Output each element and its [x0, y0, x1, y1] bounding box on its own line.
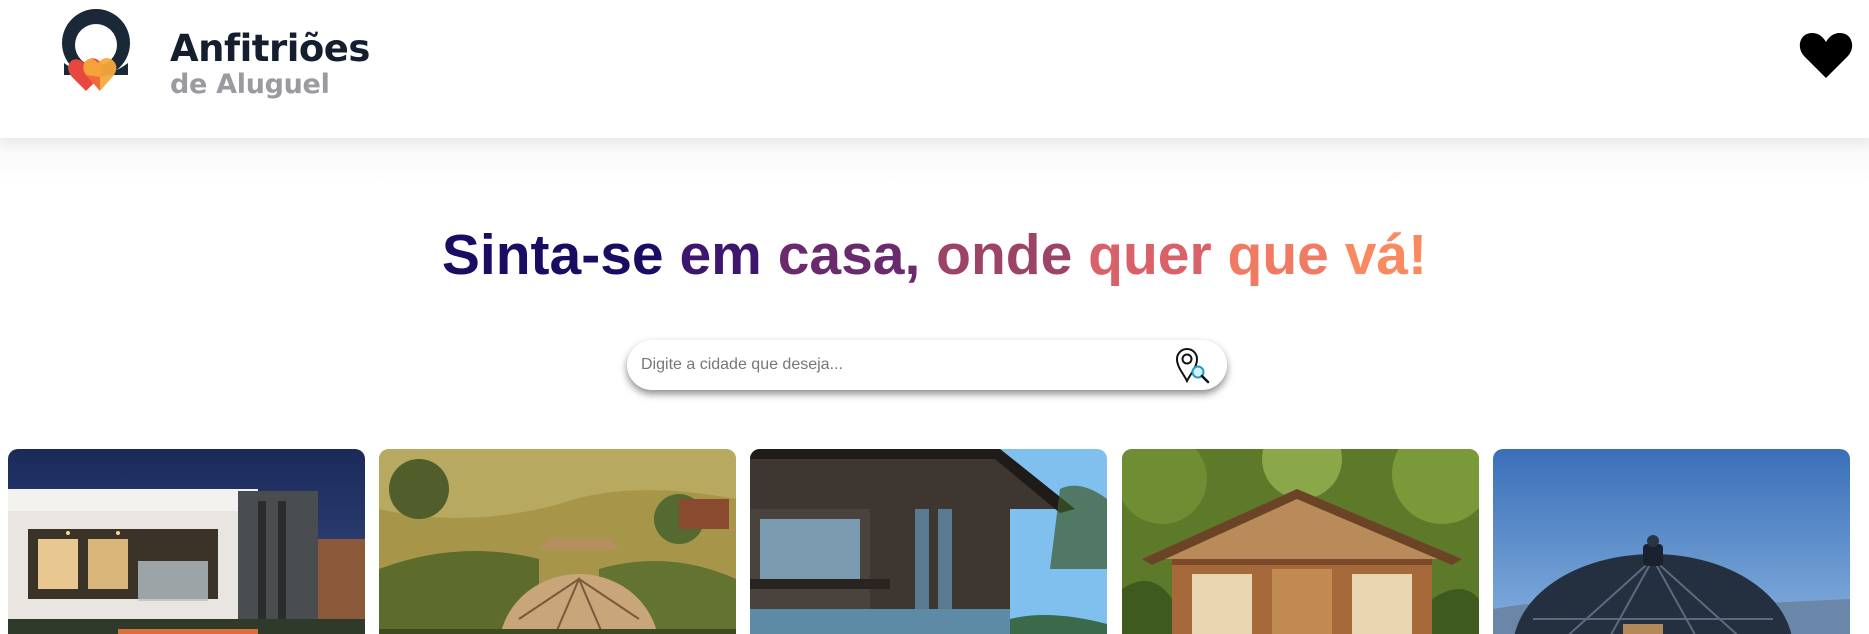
headline-word: onde — [936, 223, 1073, 287]
headline-word: casa, — [777, 223, 921, 287]
property-card[interactable] — [379, 449, 736, 634]
search-bar — [627, 340, 1227, 390]
city-search-input[interactable] — [641, 348, 1161, 382]
headline-word: vá! — [1344, 223, 1428, 287]
location-search-icon — [1175, 348, 1210, 384]
header: Anfitriões de Aluguel — [0, 0, 1869, 138]
headline-word: em — [679, 223, 762, 287]
headline-word: quer — [1088, 223, 1212, 287]
headline-word: Sinta-se — [441, 223, 664, 287]
brand-name-line2: de Aluguel — [170, 69, 330, 100]
tropical-wood-chalet-image — [1122, 449, 1479, 634]
favorites-button[interactable] — [1798, 30, 1854, 82]
hero-headline: Sinta-se em casa, onde quer que vá! — [0, 222, 1869, 288]
search-button[interactable] — [1173, 345, 1213, 385]
property-card[interactable] — [8, 449, 365, 634]
property-card[interactable] — [1122, 449, 1479, 634]
heart-icon — [1799, 33, 1853, 78]
house-heart-logo-icon — [62, 9, 130, 91]
brand-name-line1: Anfitriões — [170, 27, 370, 70]
wooden-cabin-blue-sky-image — [750, 449, 1107, 634]
geodesic-dome-hills-image — [379, 449, 736, 634]
property-card[interactable] — [750, 449, 1107, 634]
hero-section: Sinta-se em casa, onde quer que vá! — [0, 138, 1869, 634]
property-card[interactable] — [1493, 449, 1850, 634]
logo-link[interactable]: Anfitriões de Aluguel — [56, 5, 376, 107]
headline-word: que — [1227, 223, 1329, 287]
glass-dome-cabin-image — [1493, 449, 1850, 634]
page: Anfitriões de Aluguel Sinta-se em casa, … — [0, 0, 1869, 634]
modern-house-night-image — [8, 449, 365, 634]
